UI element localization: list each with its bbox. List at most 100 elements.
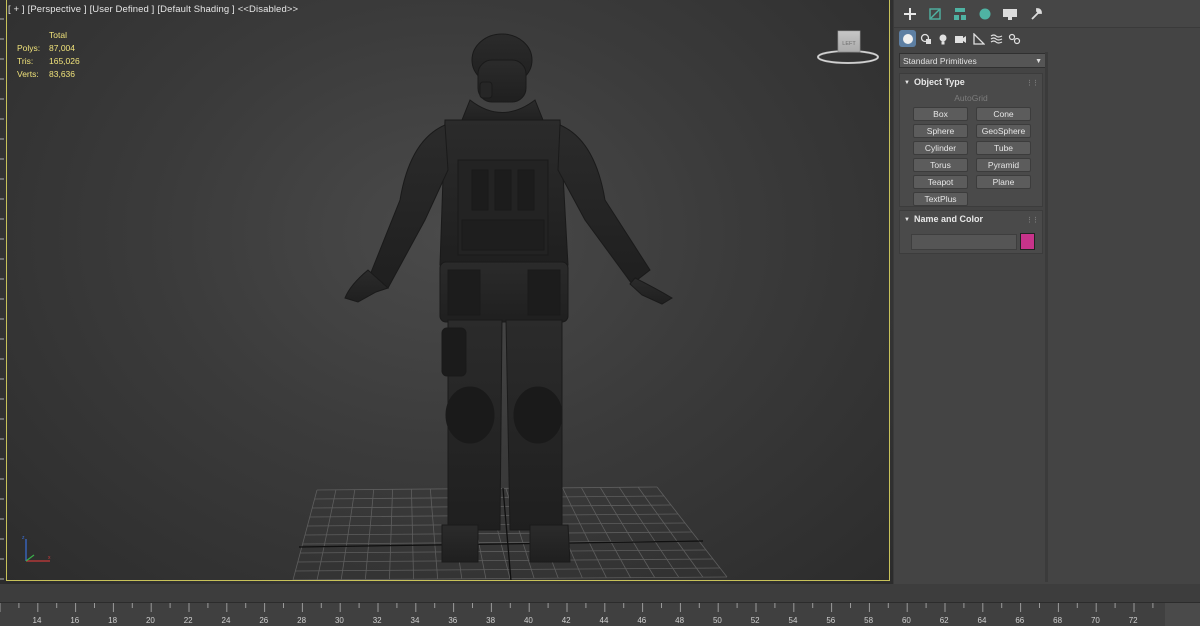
rollout-grip-icon: ⋮⋮ <box>1026 80 1039 87</box>
geosphere-button[interactable]: GeoSphere <box>976 124 1031 138</box>
stats-value: 165,026 <box>49 56 80 66</box>
helpers-icon <box>972 32 985 45</box>
character-model[interactable] <box>330 30 690 570</box>
timeline-frame-label: 46 <box>637 616 646 625</box>
collapse-triangle-icon: ▼ <box>904 217 910 223</box>
svg-text:x: x <box>48 555 51 561</box>
display-icon <box>1003 9 1017 20</box>
stats-label: Tris: <box>17 56 34 66</box>
name-and-color-rollout-header[interactable]: ▼ Name and Color ⋮⋮ <box>900 211 1042 227</box>
textplus-button[interactable]: TextPlus <box>913 192 968 206</box>
command-panel-scrollbar[interactable] <box>1045 52 1048 582</box>
timeline-frame-label: 36 <box>448 616 457 625</box>
stats-label: Polys: <box>17 43 41 53</box>
motion-tab[interactable] <box>975 5 995 23</box>
timeline-frame-label: 38 <box>486 616 495 625</box>
geometry-tab[interactable] <box>899 30 916 47</box>
timeline-frame-label: 60 <box>902 616 911 625</box>
object-type-rollout: ▼ Object Type ⋮⋮ AutoGrid Box Cone Sphere… <box>899 73 1043 207</box>
systems-tab[interactable] <box>1006 30 1023 47</box>
name-and-color-rollout: ▼ Name and Color ⋮⋮ <box>899 210 1043 254</box>
primitive-category-dropdown[interactable]: Standard Primitives ▼ <box>899 53 1048 68</box>
pyramid-button[interactable]: Pyramid <box>976 158 1031 172</box>
stats-row-polys: Polys: 87,004 <box>17 42 99 55</box>
spacewarps-tab[interactable] <box>988 30 1005 47</box>
object-name-field[interactable] <box>911 234 1017 250</box>
track-bar-ruler: 14 16 18 20 22 24 26 28 30 32 34 36 38 40 42 44 46 48 50 52… <box>0 603 1154 625</box>
timeline-frame-label: 44 <box>600 616 609 625</box>
create-category-tabs <box>894 28 1200 50</box>
shapes-tab[interactable] <box>917 30 934 47</box>
viewport-shading-menu[interactable]: [Default Shading ] <box>157 4 234 15</box>
command-panel-tabs <box>894 0 1200 28</box>
cone-button[interactable]: Cone <box>976 107 1031 121</box>
timeline-frame-label: 54 <box>789 616 798 625</box>
timeline-frame-label: 16 <box>70 616 79 625</box>
hierarchy-tab[interactable] <box>950 5 970 23</box>
viewport-disabled-label[interactable]: <<Disabled>> <box>238 4 298 15</box>
viewport-point-of-view-menu[interactable]: [Perspective ] <box>28 4 87 15</box>
collapse-triangle-icon: ▼ <box>904 80 910 86</box>
cylinder-button[interactable]: Cylinder <box>913 141 968 155</box>
timeline-frame-label: 52 <box>751 616 760 625</box>
object-type-rollout-header[interactable]: ▼ Object Type ⋮⋮ <box>900 74 1042 90</box>
timeline-frame-label: 56 <box>826 616 835 625</box>
utilities-tab[interactable] <box>1026 5 1046 23</box>
lights-icon <box>939 34 946 44</box>
rollout-title: Object Type <box>913 77 965 87</box>
utilities-icon <box>1031 8 1042 20</box>
chevron-down-icon: ▼ <box>1035 58 1042 65</box>
timeline-frame-label: 26 <box>259 616 268 625</box>
systems-icon <box>1008 33 1021 44</box>
time-slider-track[interactable] <box>0 584 1200 602</box>
teapot-button[interactable]: Teapot <box>913 175 968 189</box>
stats-value: 87,004 <box>49 43 75 53</box>
track-bar[interactable]: 14 16 18 20 22 24 26 28 30 32 34 36 38 40 42 44 46 48 50 52… <box>0 602 1200 626</box>
rollout-grip-icon: ⋮⋮ <box>1026 217 1039 224</box>
perspective-viewport[interactable]: [ + ] [Perspective ] [User Defined ] [Defau… <box>0 0 893 584</box>
create-tab[interactable] <box>900 5 920 23</box>
timeline-frame-label: 18 <box>108 616 117 625</box>
stats-row-verts: Verts: 83,636 <box>17 68 99 81</box>
viewport-left-ruler <box>0 0 4 584</box>
timeline-frame-label: 48 <box>675 616 684 625</box>
timeline-frame-label: 42 <box>562 616 571 625</box>
timeline-frame-label: 14 <box>33 616 42 625</box>
object-color-swatch[interactable] <box>1020 233 1035 250</box>
timeline-frame-label: 68 <box>1053 616 1062 625</box>
rollout-title: Name and Color <box>913 214 983 224</box>
motion-icon <box>979 8 991 20</box>
timeline-frame-label: 72 <box>1129 616 1138 625</box>
cameras-tab[interactable] <box>952 30 969 47</box>
viewport-label-menu[interactable]: [ + ] [Perspective ] [User Defined ] [Defau… <box>8 4 301 15</box>
track-bar-end <box>1165 603 1200 626</box>
timeline-frame-label: 30 <box>335 616 344 625</box>
modify-tab[interactable] <box>925 5 945 23</box>
helpers-tab[interactable] <box>970 30 987 47</box>
tube-button[interactable]: Tube <box>976 141 1031 155</box>
timeline-frame-label: 66 <box>1015 616 1024 625</box>
autogrid-checkbox[interactable]: AutoGrid <box>900 93 1042 103</box>
modify-icon <box>929 8 941 20</box>
viewport-general-menu[interactable]: [ + ] <box>8 4 25 15</box>
lights-tab[interactable] <box>934 30 951 47</box>
timeline-frame-label: 24 <box>222 616 231 625</box>
timeline-frame-label: 28 <box>297 616 306 625</box>
display-tab[interactable] <box>1000 5 1020 23</box>
box-button[interactable]: Box <box>913 107 968 121</box>
viewcube[interactable]: LEFT <box>814 26 880 70</box>
plane-button[interactable]: Plane <box>976 175 1031 189</box>
stats-value: 83,636 <box>49 69 75 79</box>
axis-tripod-icon: z x <box>22 535 51 562</box>
torus-button[interactable]: Torus <box>913 158 968 172</box>
viewport-statistics: Total Polys: 87,004 Tris: 165,026 Verts:… <box>17 29 99 81</box>
timeline-frame-label: 22 <box>184 616 193 625</box>
stats-header: Total <box>49 30 67 40</box>
viewport-stereo-menu[interactable]: [User Defined ] <box>90 4 155 15</box>
geometry-icon <box>902 33 913 44</box>
create-icon <box>904 8 916 20</box>
timeline-frame-label: 32 <box>373 616 382 625</box>
timeline-frame-label: 40 <box>524 616 533 625</box>
sphere-button[interactable]: Sphere <box>913 124 968 138</box>
stats-row-tris: Tris: 165,026 <box>17 55 99 68</box>
